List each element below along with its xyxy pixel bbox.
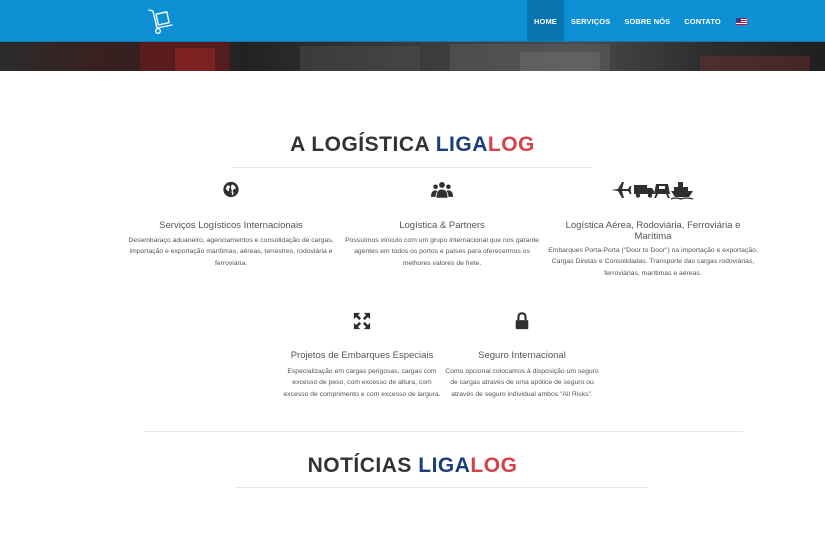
arrows-expand-icon xyxy=(353,312,371,335)
feature-title: Projetos de Embarques Especiais xyxy=(290,350,434,361)
hand-truck-icon[interactable] xyxy=(145,6,177,36)
main-nav: HOME SERVIÇOS SOBRE NÓS CONTATO xyxy=(527,0,755,42)
lock-icon xyxy=(515,312,530,335)
nav-sobre-nos[interactable]: SOBRE NÓS xyxy=(617,0,677,42)
feature-logistica-aerea: Logística Aérea, Rodoviária, Ferroviária… xyxy=(548,178,758,288)
transport-icons xyxy=(610,180,696,205)
feature-text: Embarques Porta-Porta ("Door to Door") n… xyxy=(548,247,758,277)
feature-projetos-especiais: Projetos de Embarques Especiais Especial… xyxy=(282,312,442,422)
feature-seguro-internacional: Seguro Internacional Como opcional coloc… xyxy=(442,312,602,422)
top-nav-bar: HOME SERVIÇOS SOBRE NÓS CONTATO xyxy=(0,0,825,42)
title-divider xyxy=(236,487,648,488)
title-divider xyxy=(232,167,593,168)
feature-logistica-partners: Logística & Partners Possuímos vínculo c… xyxy=(342,178,542,278)
feature-title: Serviços Logísticos Internacionais xyxy=(159,220,303,231)
brand-log: LOG xyxy=(487,133,535,156)
title-prefix: NOTÍCIAS xyxy=(307,454,412,477)
feature-title: Seguro Internacional xyxy=(478,350,566,361)
brand-liga: LIGA xyxy=(435,133,488,156)
section-title-logistica: A LOGÍSTICA LIGALOG xyxy=(0,133,825,157)
feature-text: Desembaraço aduaneiro, agenciamentos e c… xyxy=(128,237,334,267)
section-title-noticias: NOTÍCIAS LIGALOG xyxy=(0,454,825,478)
brand-liga: LIGA xyxy=(418,454,471,477)
users-icon xyxy=(431,180,453,204)
hero-image xyxy=(0,42,825,71)
globe-icon xyxy=(223,181,240,203)
feature-text: Especialização em cargas perigosas, carg… xyxy=(283,368,441,398)
nav-contato[interactable]: CONTATO xyxy=(677,0,728,42)
brand-log: LOG xyxy=(470,454,518,477)
feature-text: Como opcional colocamos à disposição um … xyxy=(445,368,599,398)
us-flag-icon xyxy=(735,17,747,25)
feature-title: Logística Aérea, Rodoviária, Ferroviária… xyxy=(565,220,741,242)
feature-text: Possuímos vínculo com um grupo internaci… xyxy=(345,237,539,267)
feature-title: Logística & Partners xyxy=(399,220,485,231)
section-divider xyxy=(143,431,743,432)
feature-servicos-logisticos: Serviços Logísticos Internacionais Desem… xyxy=(125,178,337,278)
language-switch[interactable] xyxy=(728,0,755,42)
nav-servicos[interactable]: SERVIÇOS xyxy=(564,0,617,42)
nav-home[interactable]: HOME xyxy=(527,0,564,42)
title-prefix: A LOGÍSTICA xyxy=(290,133,430,156)
